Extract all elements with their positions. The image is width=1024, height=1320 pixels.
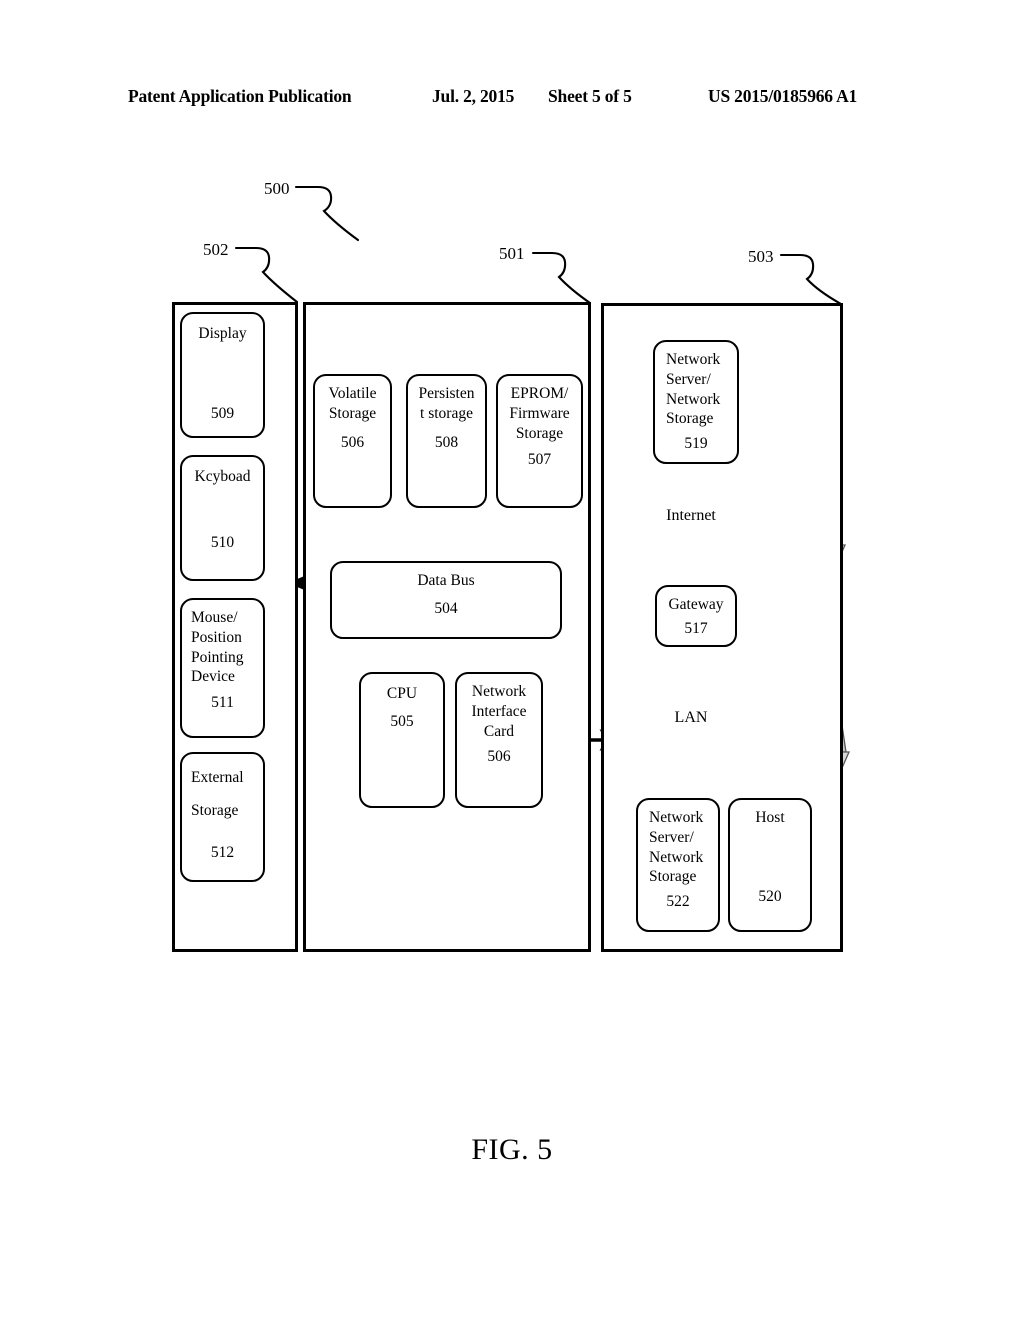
- node-data-bus: Data Bus 504: [330, 561, 562, 639]
- node-persistent-storage-ref: 508: [434, 434, 459, 451]
- node-cpu: CPU 505: [359, 672, 445, 808]
- node-network-server-top: Network Server/ Network Storage 519: [653, 340, 739, 464]
- node-network-server-bottom-title: Network Server/ Network Storage: [649, 809, 704, 886]
- node-eprom-storage-title: EPROM/ Firmware Storage: [509, 385, 570, 442]
- node-network-server-top-ref: 519: [684, 435, 708, 452]
- node-mouse-ref: 511: [211, 694, 234, 711]
- node-network-server-top-title: Network Server/ Network Storage: [666, 351, 721, 428]
- node-nic-ref: 506: [487, 748, 511, 765]
- ref-numeral-502: 502: [203, 240, 229, 259]
- node-gateway-title: Gateway: [668, 596, 724, 613]
- node-volatile-storage-title: Volatile Storage: [328, 385, 377, 422]
- node-gateway-ref: 517: [684, 620, 708, 637]
- node-host: Host 520: [728, 798, 812, 932]
- node-eprom-storage-ref: 507: [527, 451, 552, 468]
- node-data-bus-title: Data Bus: [417, 572, 475, 589]
- ref-numeral-500: 500: [264, 179, 290, 198]
- figure-caption: FIG. 5: [471, 1133, 553, 1166]
- node-persistent-storage: Persisten t storage 508: [406, 374, 487, 508]
- node-display-title: Display: [198, 325, 247, 342]
- node-external-storage: External Storage 512: [180, 752, 265, 882]
- node-host-ref: 520: [758, 888, 782, 905]
- node-persistent-storage-title: Persisten t storage: [418, 385, 475, 422]
- node-network-server-bottom-ref: 522: [666, 893, 690, 910]
- node-volatile-storage-ref: 506: [340, 434, 365, 451]
- internet-cloud-label: Internet: [666, 507, 716, 524]
- node-network-server-bottom: Network Server/ Network Storage 522: [636, 798, 720, 932]
- node-external-storage-ref: 512: [210, 844, 235, 861]
- node-gateway: Gateway 517: [655, 585, 737, 647]
- node-network-interface-card: Network Interface Card 506: [455, 672, 543, 808]
- ref-numeral-501: 501: [499, 244, 525, 263]
- lan-cloud-label: LAN: [674, 709, 708, 726]
- node-mouse-title: Mouse/ Position Pointing Device: [191, 609, 244, 686]
- node-cpu-title: CPU: [386, 685, 418, 702]
- node-data-bus-ref: 504: [434, 600, 458, 617]
- node-display-ref: 509: [210, 405, 235, 422]
- node-host-title: Host: [755, 809, 785, 826]
- node-keyboard: Kcyboad 510: [180, 455, 265, 581]
- node-keyboard-title: Kcyboad: [194, 468, 251, 485]
- node-mouse-pointing-device: Mouse/ Position Pointing Device 511: [180, 598, 265, 738]
- node-nic-title: Network Interface Card: [471, 683, 527, 740]
- node-keyboard-ref: 510: [210, 534, 235, 551]
- node-display: Display 509: [180, 312, 265, 438]
- ref-numeral-503: 503: [748, 247, 774, 266]
- node-external-storage-title: External Storage: [191, 769, 244, 819]
- node-eprom-firmware-storage: EPROM/ Firmware Storage 507: [496, 374, 583, 508]
- node-cpu-ref: 505: [390, 713, 414, 730]
- node-volatile-storage: Volatile Storage 506: [313, 374, 392, 508]
- patent-figure-diagram: 500 502 501 503 518 521 515 520 Display …: [0, 0, 1024, 1320]
